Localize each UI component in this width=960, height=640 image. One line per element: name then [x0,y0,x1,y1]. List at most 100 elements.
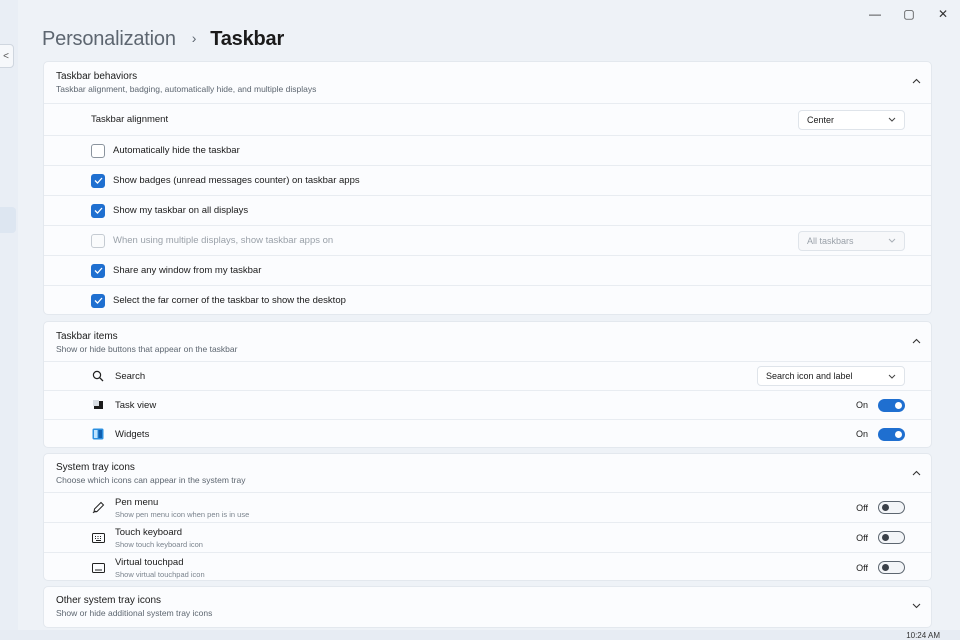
pen-menu-text: Pen menu Show pen menu icon when pen is … [115,497,249,519]
chevron-down-icon[interactable] [912,601,921,612]
back-button[interactable]: < [0,44,14,68]
taskbar-clock[interactable]: 10:24 AM [906,631,940,640]
keyboard-icon [91,531,105,545]
virtual-touchpad-label: Virtual touchpad [115,556,184,568]
section-subtitle: Taskbar alignment, badging, automaticall… [56,84,317,94]
share-window-label: Share any window from my taskbar [113,265,262,276]
page-title: Taskbar [210,28,285,50]
minimize-icon: — [869,7,881,21]
pen-menu-row: Pen menu Show pen menu icon when pen is … [44,492,931,522]
toggle-knob [882,534,889,541]
touch-keyboard-toggle-group: Off [856,531,905,544]
multi-display-label: When using multiple displays, show taskb… [113,235,334,246]
task-view-icon [91,398,105,412]
os-taskbar: 10:24 AM [0,630,960,640]
widgets-toggle-group: On [855,427,905,441]
section-subtitle: Choose which icons can appear in the sys… [56,475,246,485]
checkbox-row-share-window[interactable]: Share any window from my taskbar [44,255,931,285]
pen-menu-description: Show pen menu icon when pen is in use [115,509,250,519]
close-icon: ✕ [937,7,949,21]
auto-hide-label: Automatically hide the taskbar [113,145,240,156]
checkbox-row-all-displays[interactable]: Show my taskbar on all displays [44,195,931,225]
search-icon [91,369,105,383]
touch-keyboard-text: Touch keyboard Show touch keyboard icon [115,527,203,549]
badges-label: Show badges (unread messages counter) on… [113,175,360,186]
share-window-checkbox[interactable] [91,263,105,278]
touchpad-icon [91,561,105,575]
maximize-button[interactable]: ▢ [892,0,926,28]
back-icon: < [3,50,9,62]
section-title: Taskbar behaviors [56,71,138,82]
dropdown-value: Search icon and label [766,371,853,381]
section-title: System tray icons [56,462,135,473]
toggle-state-text: Off [856,502,868,513]
show-desktop-checkbox[interactable] [91,293,105,308]
all-displays-checkbox[interactable] [91,203,105,218]
virtual-touchpad-toggle[interactable] [878,561,905,574]
virtual-touchpad-toggle-group: Off [856,561,905,574]
toggle-knob [895,401,902,409]
chevron-down-icon [888,372,896,381]
search-label: Search [115,370,146,382]
breadcrumb: Personalization › Taskbar [42,28,284,51]
task-view-toggle[interactable] [878,398,905,412]
breadcrumb-parent[interactable]: Personalization [42,28,176,51]
badges-checkbox[interactable] [91,173,105,188]
touch-keyboard-row: Touch keyboard Show touch keyboard icon … [44,522,931,552]
chevron-up-icon[interactable] [912,76,921,87]
task-view-label: Task view [115,399,157,411]
pen-menu-toggle-group: Off [856,501,905,514]
other-tray-header[interactable]: Other system tray icons Show or hide add… [44,587,931,627]
widgets-row: Widgets On [44,419,931,447]
system-tray-header[interactable]: System tray icons Choose which icons can… [44,454,931,492]
all-displays-label: Show my taskbar on all displays [113,205,249,216]
multi-display-dropdown: All taskbars [798,230,905,251]
task-view-row: Task view On [44,390,931,419]
pen-menu-toggle[interactable] [878,501,905,514]
touch-keyboard-description: Show touch keyboard icon [115,539,203,549]
task-view-toggle-group: On [855,398,905,412]
toggle-knob [882,504,889,511]
taskbar-alignment-dropdown[interactable]: Center [798,109,905,130]
chevron-up-icon[interactable] [912,336,921,347]
toggle-knob [895,430,902,438]
pen-icon [91,501,105,515]
section-title: Taskbar items [56,331,118,342]
virtual-touchpad-row: Virtual touchpad Show virtual touchpad i… [44,552,931,580]
chevron-down-icon [888,115,896,124]
minimize-button[interactable]: — [858,0,892,28]
dropdown-value: Center [807,114,835,125]
auto-hide-checkbox[interactable] [91,143,105,158]
toggle-state-text: On [855,400,868,410]
touch-keyboard-toggle[interactable] [878,531,905,544]
checkbox-row-show-desktop[interactable]: Select the far corner of the taskbar to … [44,285,931,314]
multi-display-checkbox [91,233,105,248]
nav-pane [0,0,18,640]
show-desktop-label: Select the far corner of the taskbar to … [113,295,346,306]
toggle-state-text: On [855,429,868,439]
toggle-knob [882,564,889,571]
widgets-label: Widgets [115,428,150,440]
taskbar-items-header[interactable]: Taskbar items Show or hide buttons that … [44,322,931,361]
maximize-icon: ▢ [903,7,915,21]
pen-menu-label: Pen menu [115,496,159,508]
system-tray-icons-card: System tray icons Choose which icons can… [43,453,932,581]
section-subtitle: Show or hide additional system tray icon… [56,608,213,618]
taskbar-items-card: Taskbar items Show or hide buttons that … [43,321,932,448]
taskbar-behaviors-header[interactable]: Taskbar behaviors Taskbar alignment, bad… [44,62,931,103]
widgets-toggle[interactable] [878,427,905,441]
virtual-touchpad-text: Virtual touchpad Show virtual touchpad i… [115,557,205,579]
search-dropdown[interactable]: Search icon and label [757,366,905,386]
other-tray-icons-card[interactable]: Other system tray icons Show or hide add… [43,586,932,628]
virtual-touchpad-description: Show virtual touchpad icon [115,569,205,579]
chevron-up-icon[interactable] [912,468,921,479]
touch-keyboard-label: Touch keyboard [115,526,183,538]
taskbar-alignment-label: Taskbar alignment [91,114,169,125]
window-controls: — ▢ ✕ [858,0,960,28]
close-button[interactable]: ✕ [926,0,960,28]
checkbox-row-badges[interactable]: Show badges (unread messages counter) on… [44,165,931,195]
section-title: Other system tray icons [56,595,162,606]
nav-selected-item[interactable] [0,207,16,233]
checkbox-row-multi-display: When using multiple displays, show taskb… [44,225,931,255]
checkbox-row-auto-hide[interactable]: Automatically hide the taskbar [44,135,931,165]
